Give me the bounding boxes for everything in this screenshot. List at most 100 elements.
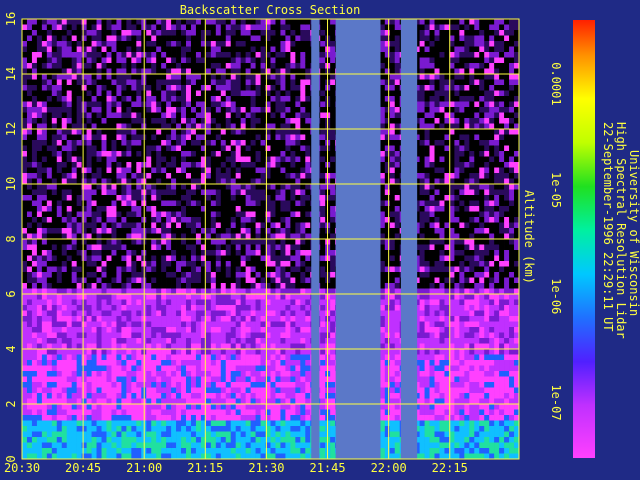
texture-cell [111,299,117,306]
texture-cell [81,167,87,174]
texture-cell [255,255,261,262]
texture-cell [290,63,296,69]
texture-cell [280,90,286,97]
texture-cell [235,74,241,80]
texture-cell [280,101,286,108]
texture-cell [156,327,162,333]
texture-cell [250,162,256,168]
texture-cell [22,354,28,361]
texture-cell [136,63,142,69]
texture-cell [275,316,281,322]
texture-cell [260,151,266,157]
texture-cell [171,96,177,102]
texture-cell [300,145,306,152]
texture-cell [46,426,53,432]
texture-cell [250,404,256,410]
texture-cell [96,409,102,416]
texture-cell [116,41,122,47]
texture-cell [190,85,197,91]
texture-cell [295,310,301,317]
texture-cell [131,332,137,339]
texture-cell [295,112,301,119]
texture-cell [116,74,122,80]
texture-cell [210,30,217,36]
texture-cell [26,321,33,328]
texture-cell [126,85,132,91]
texture-cell [56,178,63,185]
texture-cell [61,376,68,383]
texture-cell [215,195,222,201]
texture-cell [146,365,152,372]
texture-cell [235,294,241,300]
texture-cell [205,156,212,163]
texture-cell [56,453,63,460]
texture-cell [205,107,212,113]
texture-cell [186,35,192,42]
texture-cell [41,35,48,42]
texture-cell [161,415,167,421]
texture-cell [76,189,82,196]
texture-cell [121,305,127,311]
texture-cell [270,96,276,102]
texture-cell [56,217,63,223]
texture-cell [270,206,276,212]
texture-cell [270,255,276,262]
texture-cell [300,453,306,460]
texture-cell [111,442,117,449]
texture-cell [96,189,102,196]
texture-cell [161,294,167,300]
texture-cell [121,189,127,196]
texture-cell [205,129,212,135]
texture-cell [146,123,152,130]
texture-cell [31,393,38,399]
texture-cell [290,151,296,157]
texture-cell [116,200,122,207]
texture-cell [320,294,326,300]
texture-cell [116,398,122,405]
texture-cell [66,107,72,113]
texture-cell [126,272,132,278]
texture-cell [166,371,172,377]
texture-cell [250,415,256,421]
texture-cell [116,217,122,223]
texture-cell [106,283,112,289]
texture-cell [71,261,77,267]
texture-cell [305,206,311,212]
texture-cell [240,305,246,311]
texture-cell [86,184,92,190]
texture-cell [26,79,33,86]
texture-cell [81,393,87,399]
texture-cell [210,431,217,438]
texture-cell [230,387,237,394]
texture-cell [166,189,172,196]
texture-cell [176,134,182,141]
texture-cell [181,272,187,278]
texture-cell [76,30,82,36]
texture-cell [51,420,58,427]
texture-cell [22,420,28,427]
texture-cell [295,46,301,53]
texture-cell [295,437,301,443]
texture-cell [131,112,137,119]
texture-cell [61,283,68,289]
texture-cell [126,90,132,97]
texture-cell [126,211,132,218]
texture-cell [195,404,202,410]
texture-cell [126,134,132,141]
texture-cell [245,200,251,207]
texture-cell [96,24,102,31]
texture-cell [215,255,222,262]
texture-cell [225,228,232,234]
texture-cell [255,222,261,229]
texture-cell [71,107,77,113]
texture-cell [275,57,281,64]
texture-cell [290,343,296,350]
texture-cell [186,409,192,416]
texture-cell [255,140,261,146]
texture-cell [121,393,127,399]
texture-cell [66,431,72,438]
texture-cell [300,74,306,80]
texture-cell [101,283,107,289]
texture-cell [176,277,182,284]
texture-cell [270,74,276,80]
